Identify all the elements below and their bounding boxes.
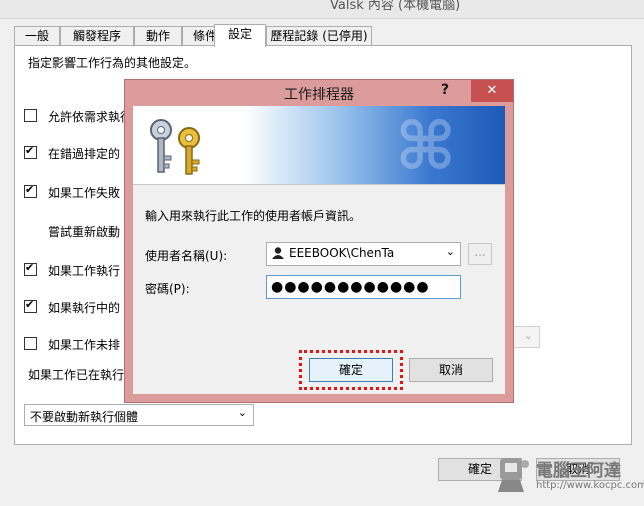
dialog-titlebar: 工作排程器 ? ✕ — [125, 80, 513, 106]
ok-button[interactable]: 確定 — [309, 358, 393, 382]
window-title: Valsk 內容 (本機電腦) — [330, 0, 461, 13]
task-scheduler-dialog: 工作排程器 ? ✕ ⌘ 輸入用來執行此工作的使用者帳戶資訊。 使用者名稱(U): — [124, 79, 514, 403]
checkbox-checked[interactable] — [24, 298, 37, 313]
window-titlebar: Valsk 內容 (本機電腦) — [0, 0, 644, 19]
running-rule-select[interactable]: 不要啟動新執行個體 ⌄ — [24, 404, 254, 426]
tab-actions[interactable]: 動作 — [134, 26, 182, 45]
checkbox[interactable] — [24, 109, 37, 122]
tab-triggers[interactable]: 觸發程序 — [60, 26, 134, 45]
browse-user-button[interactable]: ... — [468, 243, 492, 265]
watermark: 電腦王阿達 http://www.kocpc.com.tw — [496, 456, 644, 499]
dialog-title: 工作排程器 — [284, 87, 354, 103]
checkbox-checked[interactable] — [24, 183, 37, 198]
dialog-prompt: 輸入用來執行此工作的使用者帳戶資訊。 — [145, 209, 362, 223]
chevron-down-icon: ⌄ — [523, 329, 533, 342]
close-button[interactable]: ✕ — [471, 80, 513, 102]
tab-history[interactable]: 歷程記錄 (已停用) — [266, 26, 372, 45]
dialog-banner: ⌘ — [133, 106, 505, 184]
running-rule-label: 如果工作已在執行 — [28, 368, 125, 382]
cancel-button[interactable]: 取消 — [409, 358, 493, 382]
keys-icon — [150, 119, 200, 175]
password-label: 密碼(P): — [145, 282, 190, 296]
checkbox-checked[interactable] — [24, 261, 37, 276]
watermark-logo-icon — [498, 458, 529, 492]
password-mask: ●●●●●●●●●●●● — [271, 279, 430, 295]
help-button[interactable]: ? — [441, 82, 449, 98]
user-icon — [272, 247, 284, 259]
checkbox[interactable] — [24, 337, 37, 350]
banner-divider — [133, 184, 505, 185]
username-label: 使用者名稱(U): — [145, 249, 228, 263]
tab-settings[interactable]: 設定 — [214, 24, 266, 47]
password-input[interactable]: ●●●●●●●●●●●● — [266, 275, 461, 299]
chevron-down-icon: ⌄ — [237, 406, 247, 419]
tab-general[interactable]: 一般 — [14, 26, 60, 45]
dialog-body: ⌘ 輸入用來執行此工作的使用者帳戶資訊。 使用者名稱(U): EEEBOOK\C… — [133, 106, 505, 394]
username-combobox[interactable]: EEEBOOK\ChenTa ⌄ — [266, 242, 461, 266]
settings-description: 指定影響工作行為的其他設定。 — [28, 56, 197, 70]
banner-decoration: ⌘ — [395, 108, 457, 184]
username-value: EEEBOOK\ChenTa — [289, 246, 395, 260]
chevron-down-icon: ⌄ — [445, 245, 455, 258]
checkbox-checked[interactable] — [24, 144, 37, 159]
watermark-url: http://www.kocpc.com.tw — [536, 480, 644, 491]
watermark-text: 電腦王阿達 — [536, 461, 621, 481]
